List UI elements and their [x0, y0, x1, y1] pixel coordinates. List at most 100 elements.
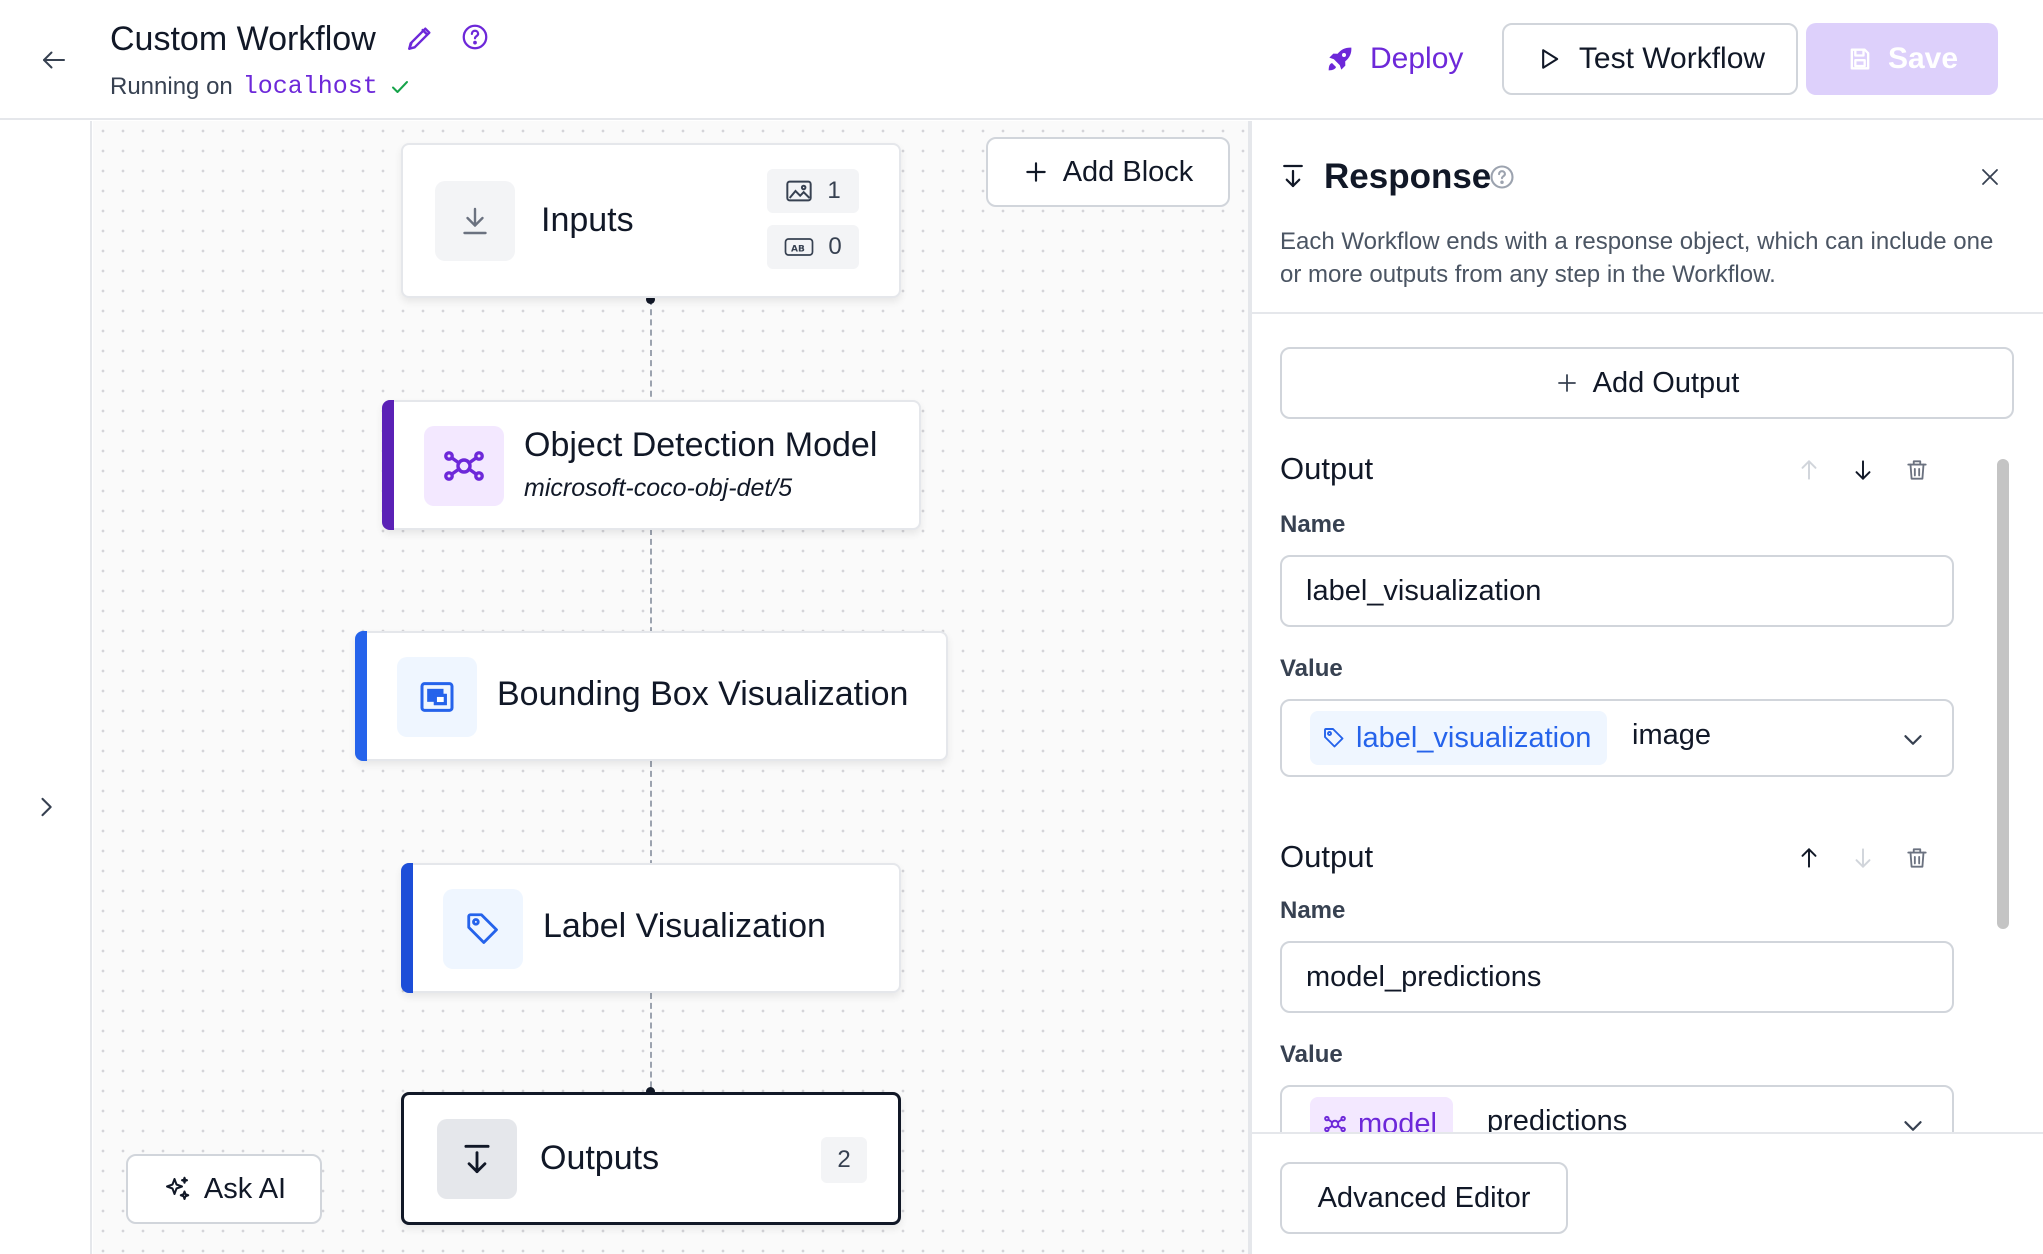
node-accent	[401, 863, 413, 993]
status-host: localhost	[242, 72, 378, 101]
node-inputs[interactable]: Inputs 1 AB 0	[401, 143, 901, 298]
left-rail	[0, 121, 92, 1254]
pencil-icon[interactable]	[404, 22, 436, 54]
panel-header: Response Each Workflow ends with a respo…	[1252, 121, 2043, 314]
node-bounding-box-visualization[interactable]: Bounding Box Visualization	[355, 631, 948, 761]
value-label: Value	[1280, 1041, 1343, 1068]
outputs-list[interactable]: Output Name Value label_visualization	[1252, 451, 2043, 1251]
response-panel: Response Each Workflow ends with a respo…	[1252, 121, 2043, 1254]
output-actions	[1792, 839, 1972, 879]
node-title: Outputs	[540, 1139, 660, 1177]
add-block-button[interactable]: Add Block	[986, 137, 1230, 207]
node-object-detection[interactable]: Object Detection Model microsoft-coco-ob…	[382, 400, 921, 530]
arrow-up-icon	[1801, 460, 1817, 480]
panel-title: Response	[1324, 157, 1492, 196]
panel-footer: Advanced Editor	[1252, 1132, 2043, 1254]
plus-icon	[1025, 162, 1046, 182]
param-input-badge: AB 0	[767, 225, 859, 269]
plus-icon	[1557, 374, 1576, 392]
output-name-field[interactable]	[1280, 555, 1954, 627]
node-outputs[interactable]: Outputs 2	[401, 1092, 901, 1225]
field-name: image	[1632, 719, 1711, 751]
node-title: Bounding Box Visualization	[497, 675, 909, 713]
trash-icon	[1907, 460, 1927, 480]
output-item: Output Name Value label_visualization	[1280, 451, 1980, 831]
test-workflow-button[interactable]: Test Workflow	[1502, 23, 1798, 95]
param-input-count: 0	[828, 233, 842, 260]
bounding-box-icon	[397, 657, 477, 737]
top-header: Custom Workflow Running on localhost Dep…	[0, 0, 2043, 120]
name-label: Name	[1280, 511, 1346, 538]
deploy-button[interactable]: Deploy	[1312, 30, 1475, 88]
question-circle-icon[interactable]	[1488, 163, 1516, 191]
tag-icon	[1324, 728, 1344, 748]
node-title: Object Detection Model	[524, 426, 878, 464]
save-button[interactable]: Save	[1806, 23, 1998, 95]
advanced-editor-button[interactable]: Advanced Editor	[1280, 1162, 1568, 1234]
play-icon	[1542, 49, 1559, 69]
floppy-disk-icon	[1850, 48, 1870, 70]
arrow-up-icon	[1801, 848, 1817, 868]
runtime-status: Running on localhost	[110, 72, 412, 101]
test-workflow-label: Test Workflow	[1578, 42, 1766, 75]
back-button[interactable]	[36, 42, 72, 78]
output-value-select[interactable]: label_visualization image	[1280, 699, 1954, 777]
step-name: label_visualization	[1356, 721, 1592, 754]
save-label: Save	[1887, 42, 1959, 75]
output-actions	[1792, 451, 1972, 491]
status-prefix: Running on	[110, 72, 233, 100]
add-output-label: Add Output	[1592, 366, 1740, 399]
question-circle-icon[interactable]	[460, 22, 492, 54]
expand-sidebar-button[interactable]	[28, 789, 64, 825]
arrow-down-icon	[1855, 848, 1871, 868]
outputs-scrollbar[interactable]	[1997, 459, 2009, 929]
move-down-button[interactable]	[1846, 453, 1880, 487]
output-heading: Output	[1280, 839, 1374, 874]
check-icon	[391, 80, 408, 93]
image-icon	[786, 180, 812, 202]
ask-ai-label: Ask AI	[203, 1172, 287, 1205]
chevron-down-icon	[1904, 735, 1922, 745]
ask-ai-button[interactable]: Ask AI	[126, 1154, 322, 1224]
node-title: Label Visualization	[543, 907, 826, 945]
arrow-left-icon	[43, 51, 65, 69]
tag-icon	[443, 889, 523, 969]
download-icon	[435, 181, 515, 261]
workflow-canvas[interactable]: Inputs 1 AB 0 Object Detection Model mic…	[93, 121, 1248, 1254]
text-param-icon: AB	[784, 238, 814, 256]
move-down-button[interactable]	[1846, 841, 1880, 875]
image-input-count: 1	[827, 177, 841, 204]
close-icon	[1982, 169, 1998, 185]
download-icon	[437, 1119, 517, 1199]
sparkles-icon	[165, 1176, 190, 1200]
image-input-badge: 1	[767, 169, 859, 213]
rocket-icon	[1328, 47, 1352, 71]
delete-output-button[interactable]	[1900, 841, 1934, 875]
node-accent	[382, 400, 394, 530]
network-icon	[424, 426, 504, 506]
name-label: Name	[1280, 897, 1346, 924]
outputs-count-badge: 2	[821, 1137, 867, 1183]
arrow-down-icon	[1855, 460, 1871, 480]
node-label-visualization[interactable]: Label Visualization	[401, 863, 901, 993]
close-panel-button[interactable]	[1974, 161, 2006, 193]
node-accent	[355, 631, 367, 761]
delete-output-button[interactable]	[1900, 453, 1934, 487]
chevron-right-icon	[41, 797, 52, 817]
svg-text:AB: AB	[791, 245, 805, 255]
move-up-button[interactable]	[1792, 453, 1826, 487]
trash-icon	[1907, 848, 1927, 868]
output-name-field[interactable]	[1280, 941, 1954, 1013]
value-label: Value	[1280, 655, 1343, 682]
node-title: Inputs	[541, 201, 634, 239]
deploy-label: Deploy	[1370, 42, 1464, 75]
model-id: microsoft-coco-obj-det/5	[524, 474, 793, 502]
panel-description: Each Workflow ends with a response objec…	[1280, 228, 1994, 288]
add-block-label: Add Block	[1062, 155, 1194, 188]
download-icon	[1278, 161, 1310, 193]
step-chip: label_visualization	[1310, 711, 1608, 765]
output-heading: Output	[1280, 451, 1374, 486]
workflow-title: Custom Workflow	[110, 20, 376, 58]
move-up-button[interactable]	[1792, 841, 1826, 875]
add-output-button[interactable]: Add Output	[1280, 347, 2014, 419]
